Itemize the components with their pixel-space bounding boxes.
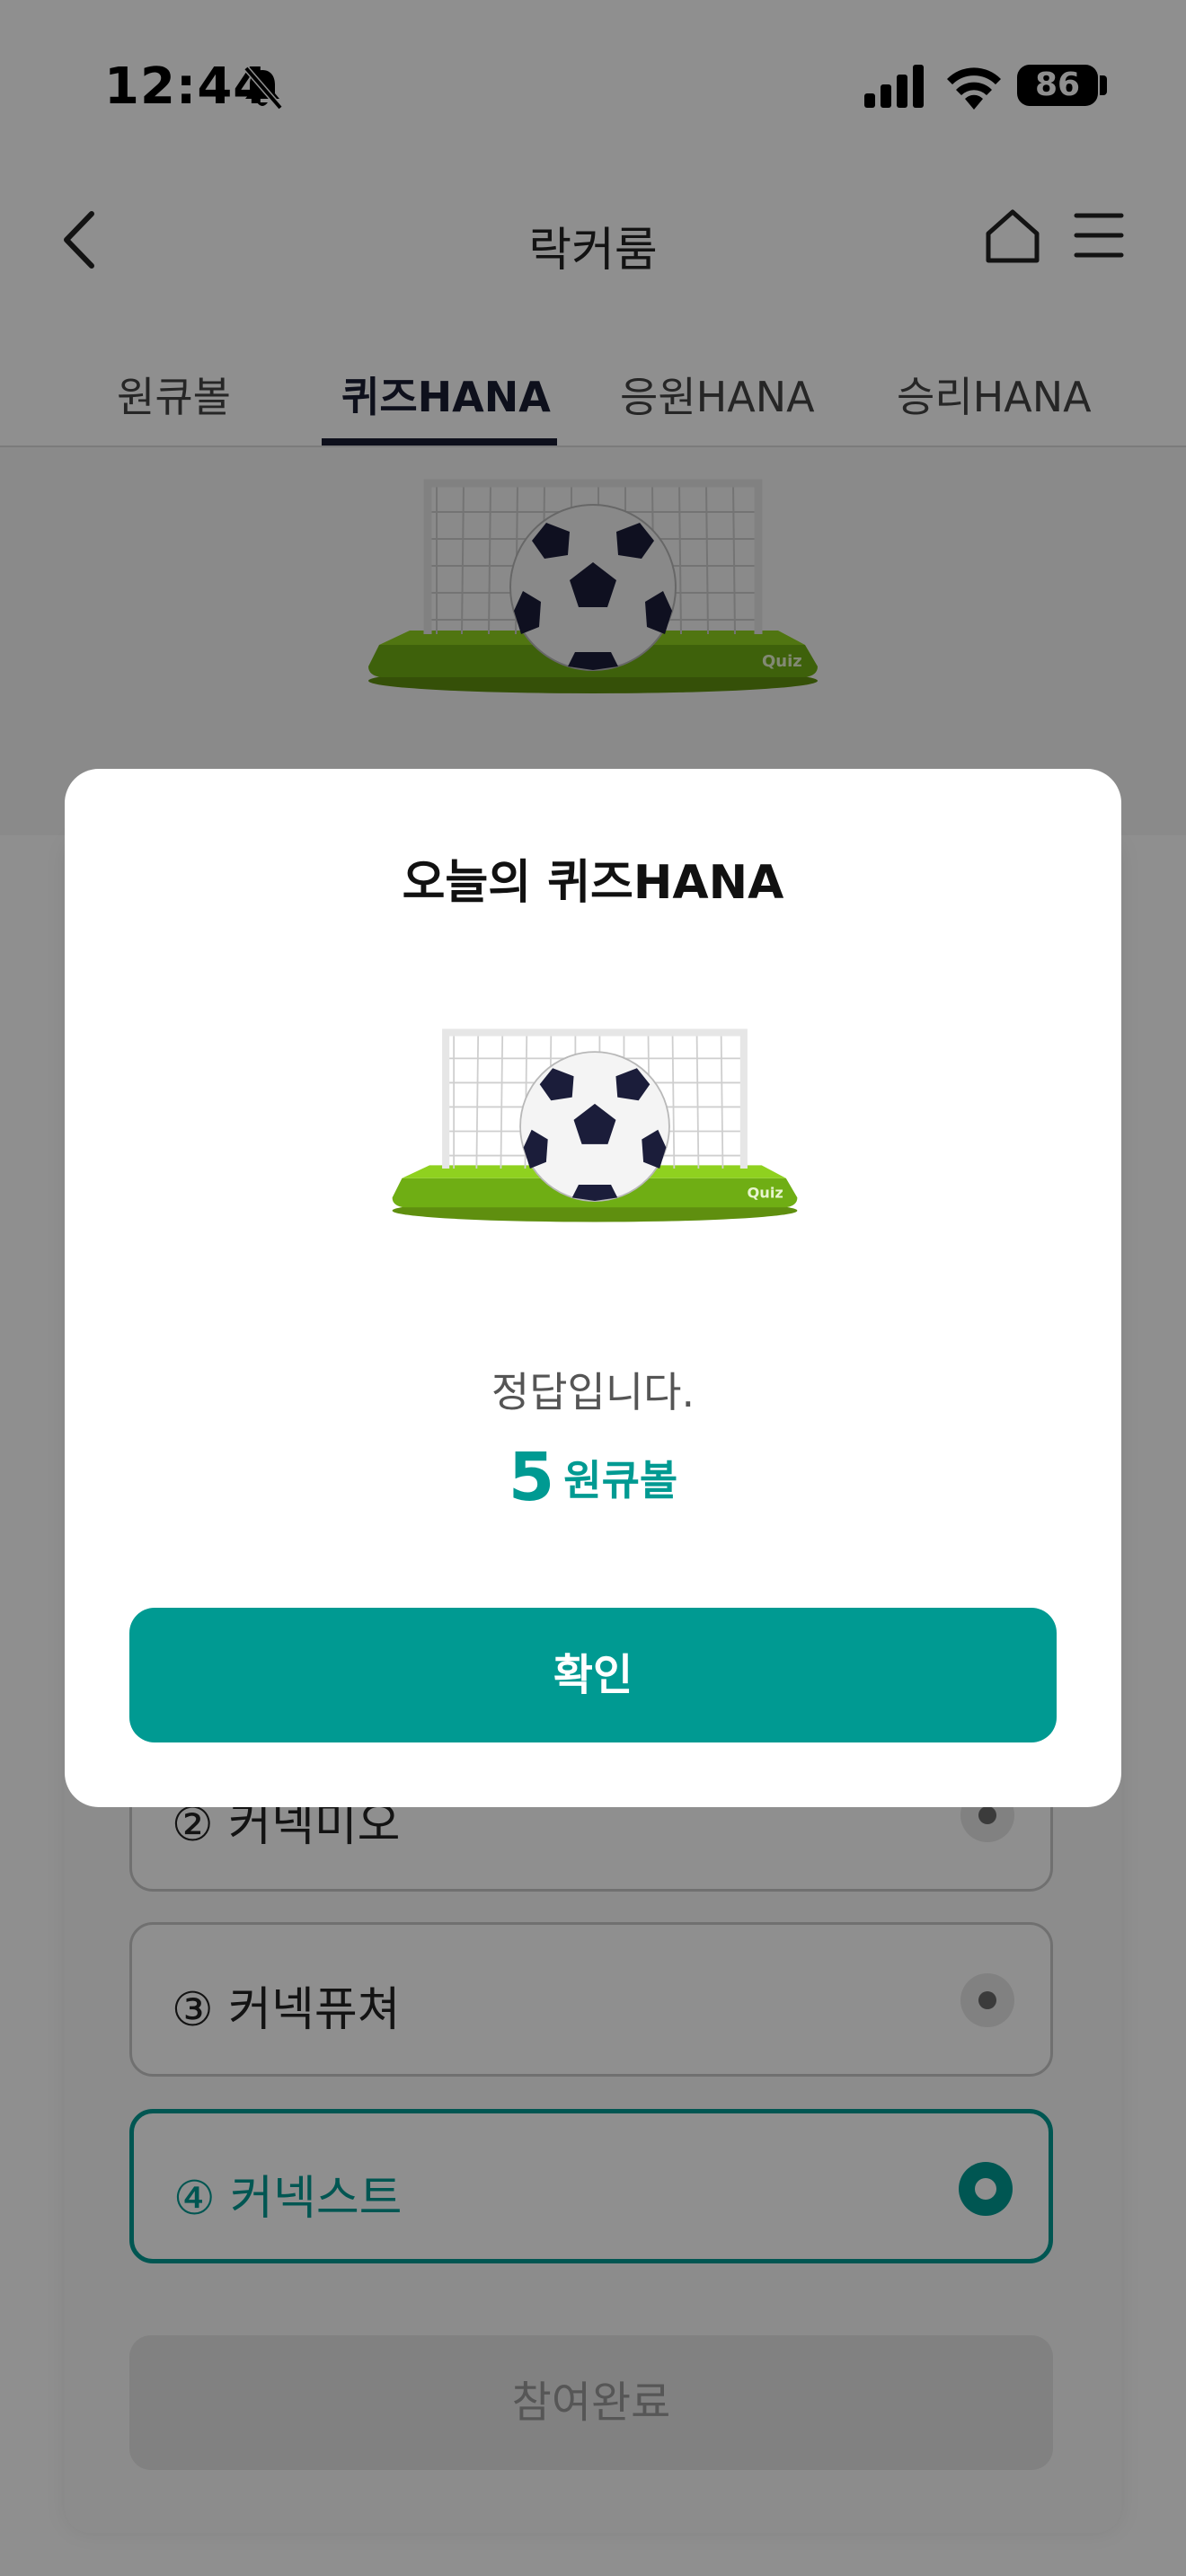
quiz-badge: Quiz [747, 1184, 783, 1201]
result-message: 정답입니다. [491, 1368, 695, 1416]
reward-amount: 5 [508, 1439, 555, 1516]
soccer-goal-illustration: Quiz [392, 1028, 798, 1222]
reward: 5 원큐볼 [65, 1439, 1121, 1516]
confirm-button[interactable]: 확인 [129, 1608, 1057, 1742]
reward-unit: 원큐볼 [563, 1456, 678, 1504]
modal-title: 오늘의 퀴즈HANA [402, 856, 784, 910]
result-modal: 오늘의 퀴즈HANA Quiz 정답입니다. 5 원큐볼 확인 [65, 769, 1121, 1807]
